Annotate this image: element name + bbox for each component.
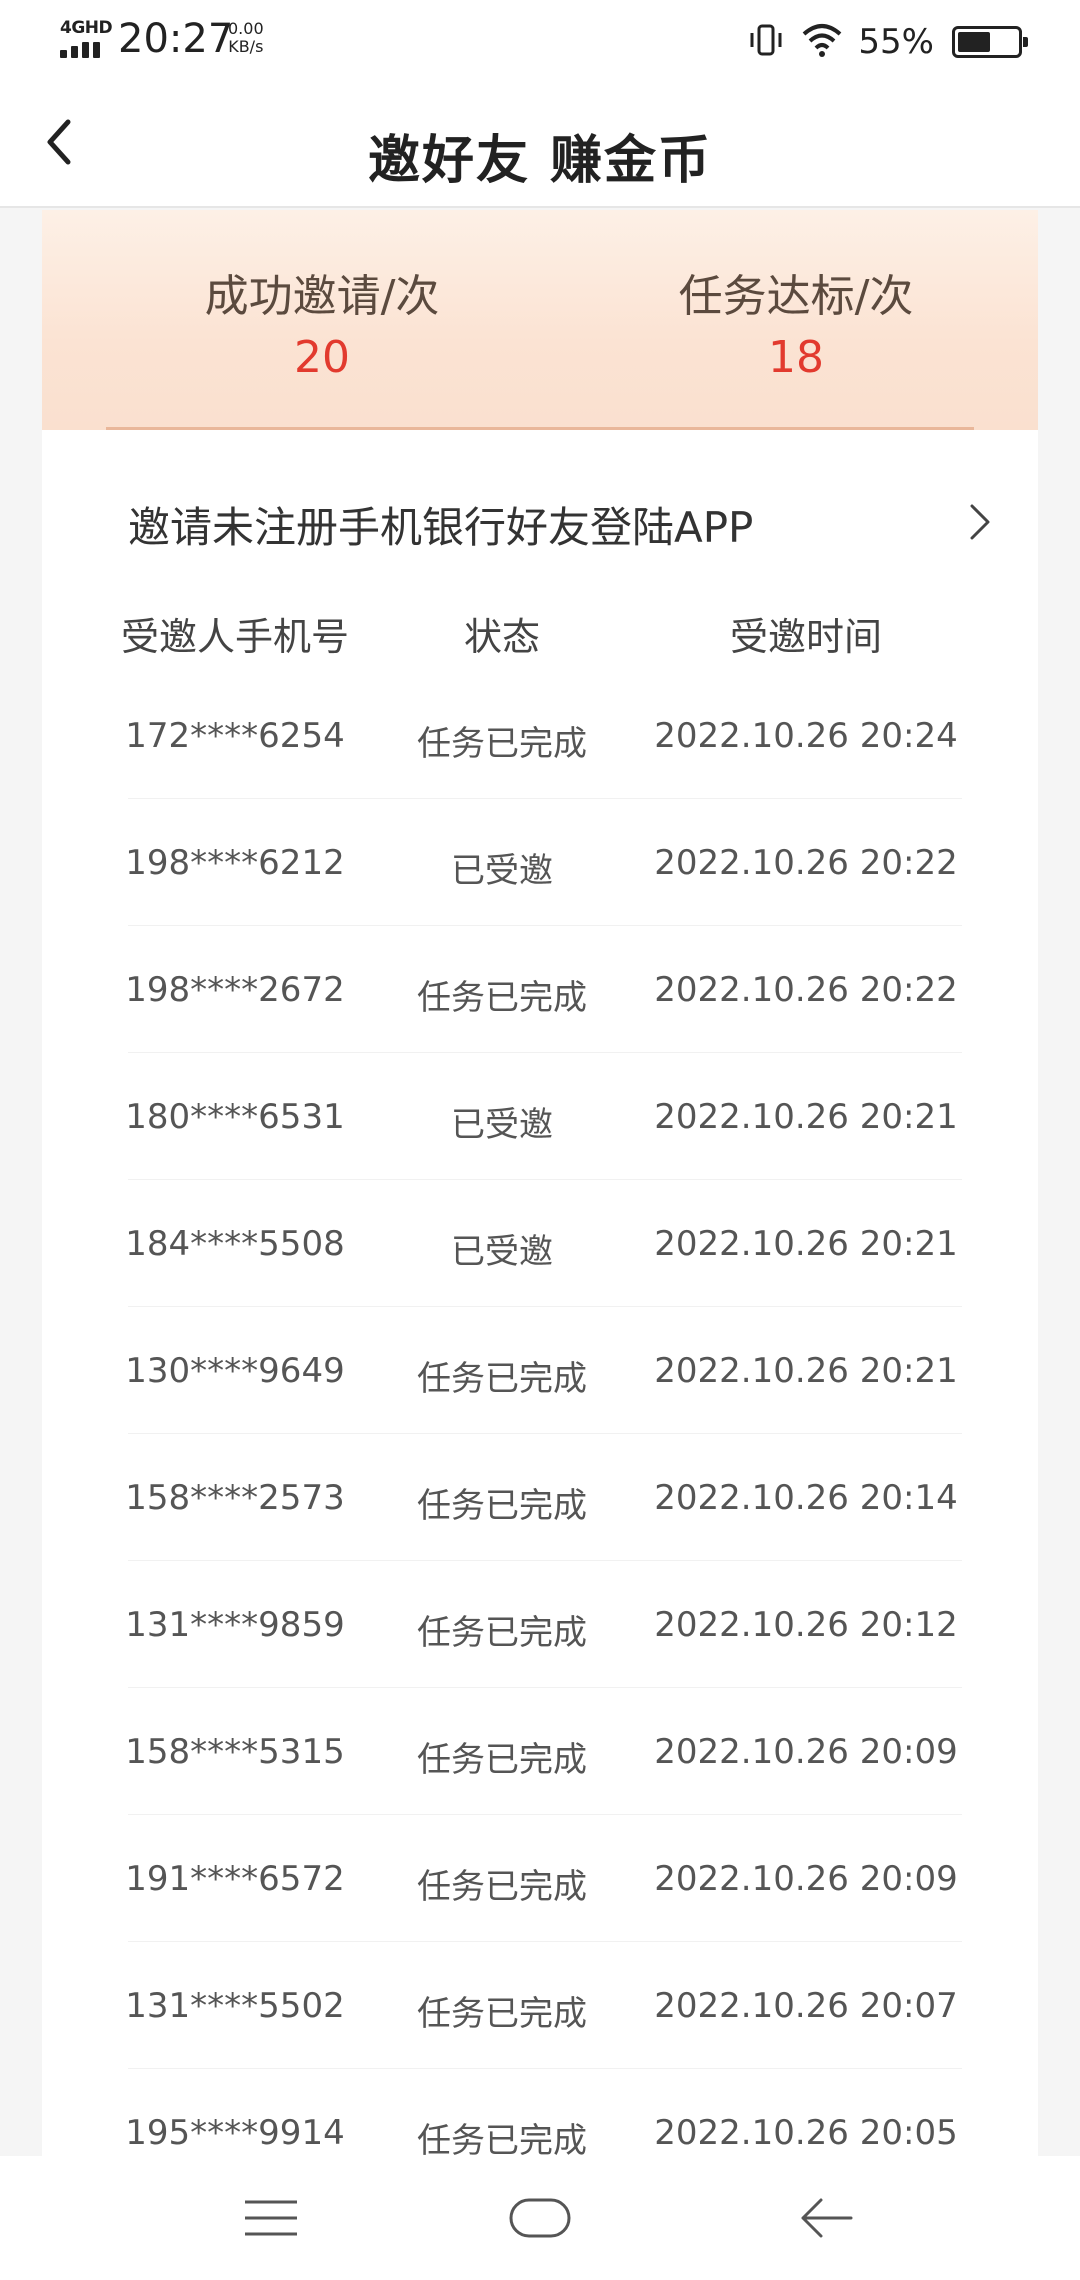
- table-header: 受邀人手机号 状态 受邀时间: [42, 582, 1038, 672]
- header-time: 受邀时间: [729, 615, 882, 659]
- row-status: 已受邀: [451, 1105, 553, 1145]
- invite-link-text: 邀请未注册手机银行好友登陆APP: [128, 503, 754, 552]
- row-status: 任务已完成: [417, 2121, 587, 2161]
- row-phone: 184****5508: [125, 1224, 345, 1264]
- row-status: 任务已完成: [417, 724, 587, 764]
- invite-record-card: 邀请未注册手机银行好友登陆APP 受邀人手机号 状态 受邀时间 172****6…: [42, 430, 1038, 2161]
- table-row: 184****5508 已受邀 2022.10.26 20:21: [42, 1180, 1038, 1307]
- row-phone: 158****2573: [125, 1478, 345, 1518]
- invite-friends-page: 4GHD 20:27 0.00 KB/s 55% 邀好友 赚金币 成功邀请/次 …: [0, 0, 1080, 2280]
- home-button[interactable]: [495, 2186, 585, 2250]
- invited-count: 20: [294, 332, 350, 383]
- status-icons: 55%: [746, 20, 1028, 64]
- network-speed-value: 0.00: [228, 19, 264, 38]
- row-status: 任务已完成: [417, 1867, 587, 1907]
- network-type: 4GHD: [60, 18, 113, 38]
- home-icon: [509, 2198, 571, 2238]
- row-time: 2022.10.26 20:12: [654, 1605, 958, 1645]
- row-time: 2022.10.26 20:21: [654, 1097, 958, 1137]
- row-phone: 158****5315: [125, 1732, 345, 1772]
- row-status: 任务已完成: [417, 1613, 587, 1653]
- table-row: 158****2573 任务已完成 2022.10.26 20:14: [42, 1434, 1038, 1561]
- menu-icon: [245, 2200, 297, 2236]
- table-row: 191****6572 任务已完成 2022.10.26 20:09: [42, 1815, 1038, 1942]
- row-status: 已受邀: [451, 1232, 553, 1272]
- row-time: 2022.10.26 20:09: [654, 1732, 958, 1772]
- row-phone: 130****9649: [125, 1351, 345, 1391]
- cellular-signal-icon: 4GHD: [58, 18, 113, 62]
- row-phone: 198****2672: [125, 970, 345, 1010]
- row-time: 2022.10.26 20:21: [654, 1224, 958, 1264]
- row-status: 任务已完成: [417, 1359, 587, 1399]
- menu-button[interactable]: [226, 2186, 316, 2250]
- row-time: 2022.10.26 20:22: [654, 970, 958, 1010]
- vibrate-icon: [746, 20, 786, 64]
- table-row: 172****6254 任务已完成 2022.10.26 20:24: [42, 672, 1038, 799]
- invite-friends-link[interactable]: 邀请未注册手机银行好友登陆APP: [42, 460, 1038, 570]
- battery-icon: [952, 26, 1028, 58]
- row-phone: 131****9859: [125, 1605, 345, 1645]
- row-time: 2022.10.26 20:14: [654, 1478, 958, 1518]
- completed-stat: 任务达标/次 18: [626, 260, 966, 383]
- row-phone: 172****6254: [125, 716, 345, 756]
- row-phone: 195****9914: [125, 2113, 345, 2153]
- table-row: 158****5315 任务已完成 2022.10.26 20:09: [42, 1688, 1038, 1815]
- row-time: 2022.10.26 20:21: [654, 1351, 958, 1391]
- row-status: 任务已完成: [417, 1740, 587, 1780]
- arrow-left-icon: [801, 2198, 853, 2238]
- completed-count: 18: [768, 332, 824, 383]
- completed-label: 任务达标/次: [678, 271, 914, 322]
- table-row: 131****9859 任务已完成 2022.10.26 20:12: [42, 1561, 1038, 1688]
- row-time: 2022.10.26 20:24: [654, 716, 958, 756]
- clock: 20:27: [118, 16, 234, 62]
- table-row: 131****5502 任务已完成 2022.10.26 20:07: [42, 1942, 1038, 2069]
- header-status: 状态: [463, 615, 540, 659]
- battery-percent: 55%: [858, 22, 934, 62]
- invite-stats-card: 成功邀请/次 20 任务达标/次 18: [42, 210, 1038, 430]
- status-bar: 4GHD 20:27 0.00 KB/s 55%: [0, 0, 1080, 84]
- table-row: 180****6531 已受邀 2022.10.26 20:21: [42, 1053, 1038, 1180]
- row-phone: 131****5502: [125, 1986, 345, 2026]
- system-back-button[interactable]: [780, 2186, 870, 2250]
- page-title: 邀好友 赚金币: [367, 131, 713, 191]
- table-row: 198****6212 已受邀 2022.10.26 20:22: [42, 799, 1038, 926]
- invited-label: 成功邀请/次: [204, 271, 440, 322]
- row-time: 2022.10.26 20:22: [654, 843, 958, 883]
- system-nav-bar: [0, 2156, 1080, 2280]
- network-speed-unit: KB/s: [228, 37, 264, 56]
- row-status: 任务已完成: [417, 1994, 587, 2034]
- network-speed: 0.00 KB/s: [228, 20, 264, 56]
- row-status: 已受邀: [451, 851, 553, 891]
- row-time: 2022.10.26 20:07: [654, 1986, 958, 2026]
- table-row: 130****9649 任务已完成 2022.10.26 20:21: [42, 1307, 1038, 1434]
- invited-stat: 成功邀请/次 20: [152, 260, 492, 383]
- row-phone: 180****6531: [125, 1097, 345, 1137]
- row-time: 2022.10.26 20:09: [654, 1859, 958, 1899]
- header-phone: 受邀人手机号: [120, 615, 349, 659]
- row-time: 2022.10.26 20:05: [654, 2113, 958, 2153]
- row-phone: 198****6212: [125, 843, 345, 883]
- row-phone: 191****6572: [125, 1859, 345, 1899]
- row-status: 任务已完成: [417, 978, 587, 1018]
- wifi-icon: [800, 20, 844, 64]
- chevron-right-icon: [970, 504, 990, 540]
- top-nav-bar: 邀好友 赚金币: [0, 84, 1080, 208]
- row-status: 任务已完成: [417, 1486, 587, 1526]
- table-row: 198****2672 任务已完成 2022.10.26 20:22: [42, 926, 1038, 1053]
